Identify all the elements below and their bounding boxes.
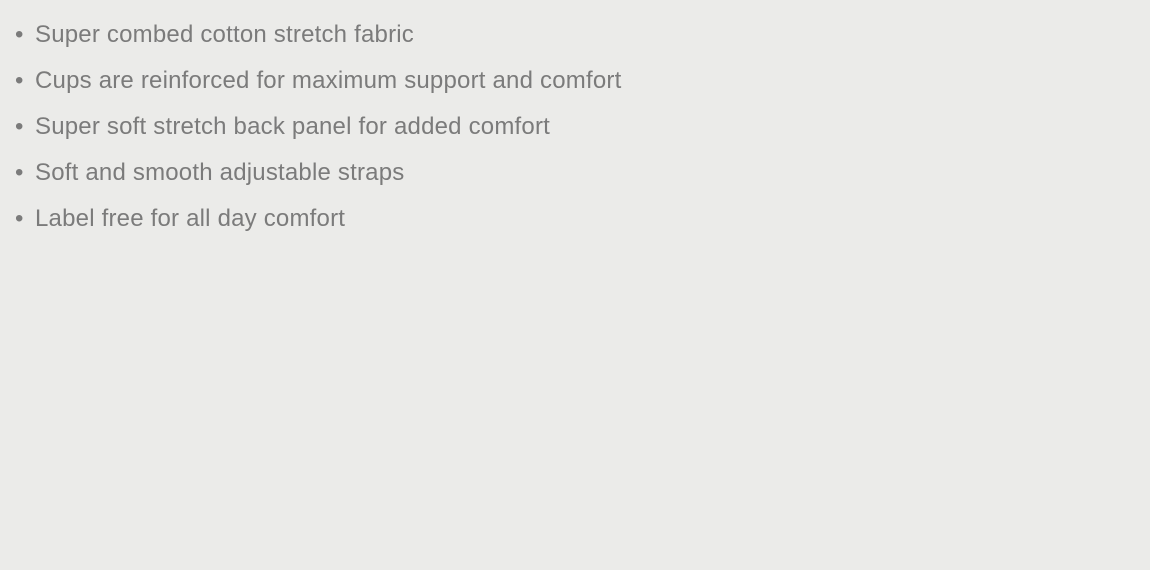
bullet-icon: • <box>15 21 24 48</box>
product-feature-list: • Super combed cotton stretch fabric • Cup… <box>15 12 621 242</box>
bullet-icon: • <box>15 113 24 140</box>
feature-item-fabric: • Super combed cotton stretch fabric <box>15 12 621 58</box>
bullet-icon: • <box>15 205 24 232</box>
feature-item-cups: • Cups are reinforced for maximum support… <box>15 58 621 104</box>
feature-text-straps: Soft and smooth adjustable straps <box>35 159 405 186</box>
feature-text-back-panel: Super soft stretch back panel for added … <box>35 113 551 140</box>
feature-item-back-panel: • Super soft stretch back panel for added… <box>15 104 621 150</box>
feature-text-fabric: Super combed cotton stretch fabric <box>35 21 414 48</box>
feature-item-label-free: • Label free for all day comfort <box>15 196 621 242</box>
feature-text-cups: Cups are reinforced for maximum support … <box>35 67 622 94</box>
feature-text-label-free: Label free for all day comfort <box>35 205 346 232</box>
feature-item-straps: • Soft and smooth adjustable straps <box>15 150 621 196</box>
bullet-icon: • <box>15 159 24 186</box>
bullet-icon: • <box>15 67 24 94</box>
